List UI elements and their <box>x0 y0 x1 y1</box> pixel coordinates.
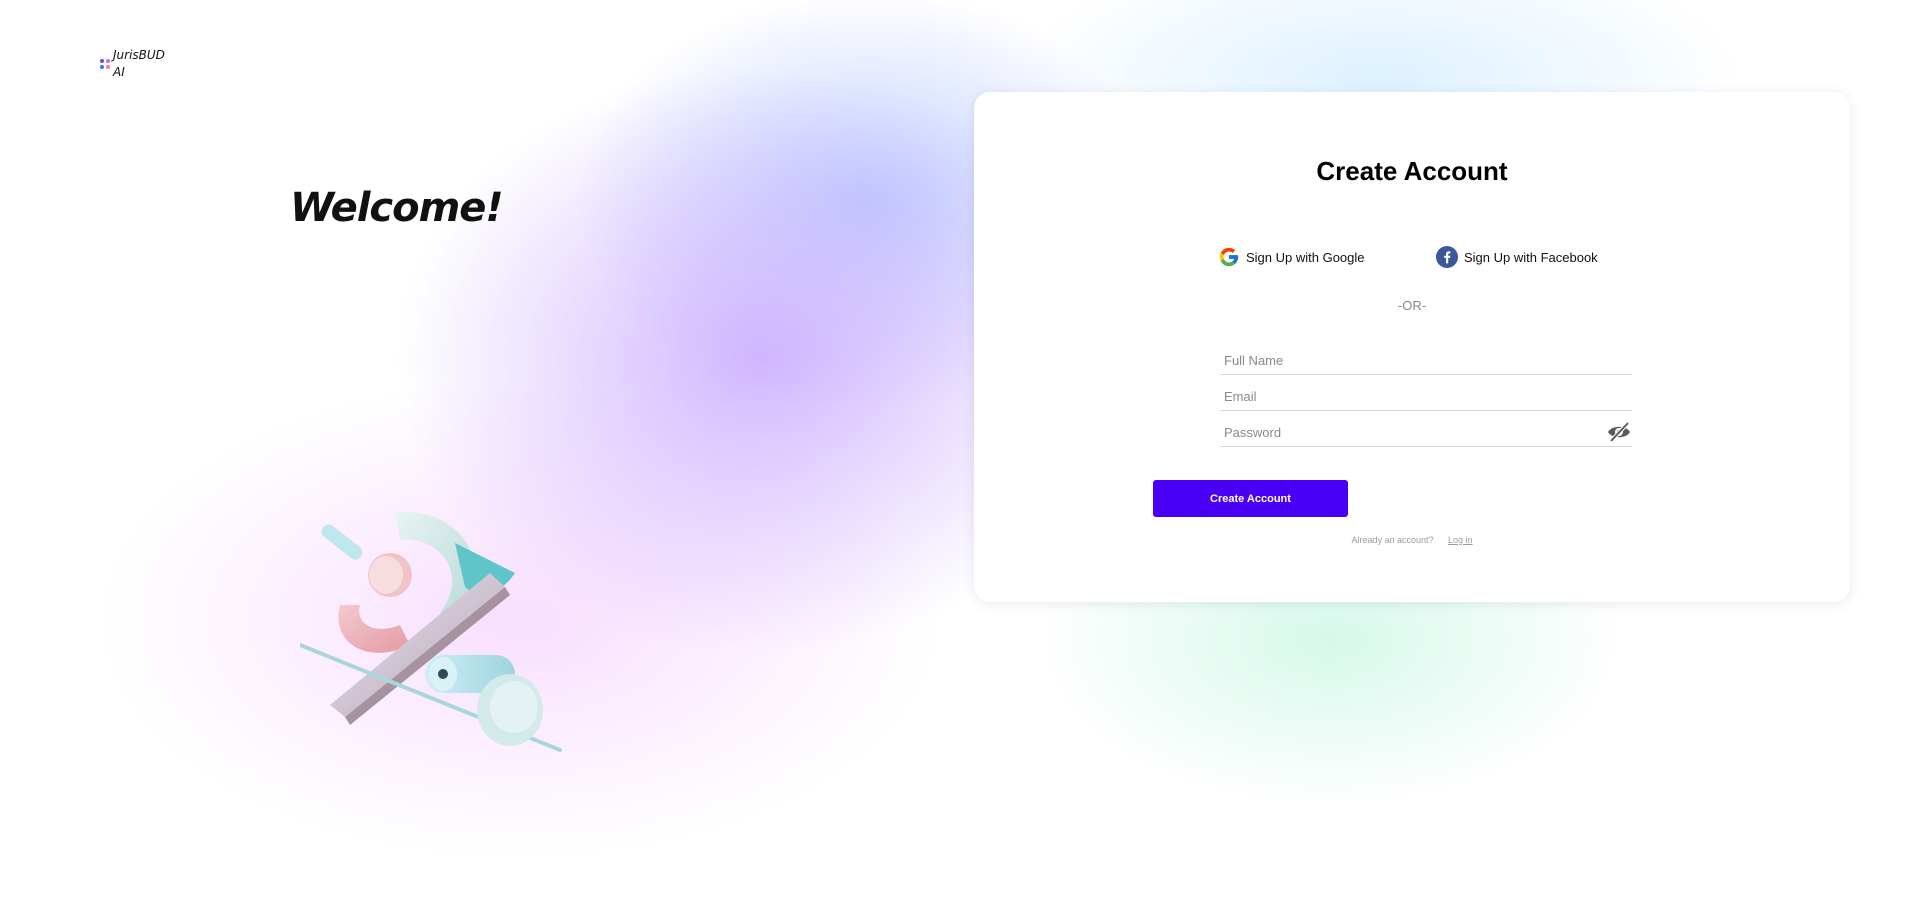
password-field <box>1220 420 1632 447</box>
password-input[interactable] <box>1220 420 1584 444</box>
page-title: Create Account <box>1316 156 1508 186</box>
brand-name-line2: AI <box>113 65 125 79</box>
eye-slash-icon[interactable] <box>1606 421 1632 443</box>
facebook-signup-label: Sign Up with Facebook <box>1464 249 1598 265</box>
full-name-field <box>1220 348 1632 375</box>
email-field <box>1220 384 1632 411</box>
or-separator: -OR- <box>1397 298 1427 313</box>
brand-name-line1: JurisBUD <box>113 48 165 62</box>
login-prompt-row: Already an account? Log in <box>974 535 1850 545</box>
full-name-input[interactable] <box>1220 348 1584 372</box>
abstract-shapes-illustration <box>300 512 562 752</box>
brand-name: JurisBUD AI <box>113 47 169 81</box>
google-signup-label: Sign Up with Google <box>1246 249 1365 265</box>
login-prompt-text: Already an account? <box>1351 535 1434 545</box>
brand-logo[interactable]: JurisBUD AI <box>100 47 169 81</box>
login-link[interactable]: Log in <box>1448 535 1473 545</box>
grid-dots-icon <box>100 59 110 69</box>
facebook-signup-button[interactable]: Sign Up with Facebook <box>1436 244 1598 270</box>
facebook-icon <box>1436 246 1458 268</box>
google-icon <box>1219 247 1239 267</box>
google-signup-button[interactable]: Sign Up with Google <box>1218 244 1365 270</box>
welcome-heading: Welcome! <box>290 185 504 231</box>
email-input[interactable] <box>1220 384 1584 408</box>
create-account-button[interactable]: Create Account <box>1153 480 1348 517</box>
signup-card: Create Account Sign Up with Google Sign … <box>974 92 1850 602</box>
